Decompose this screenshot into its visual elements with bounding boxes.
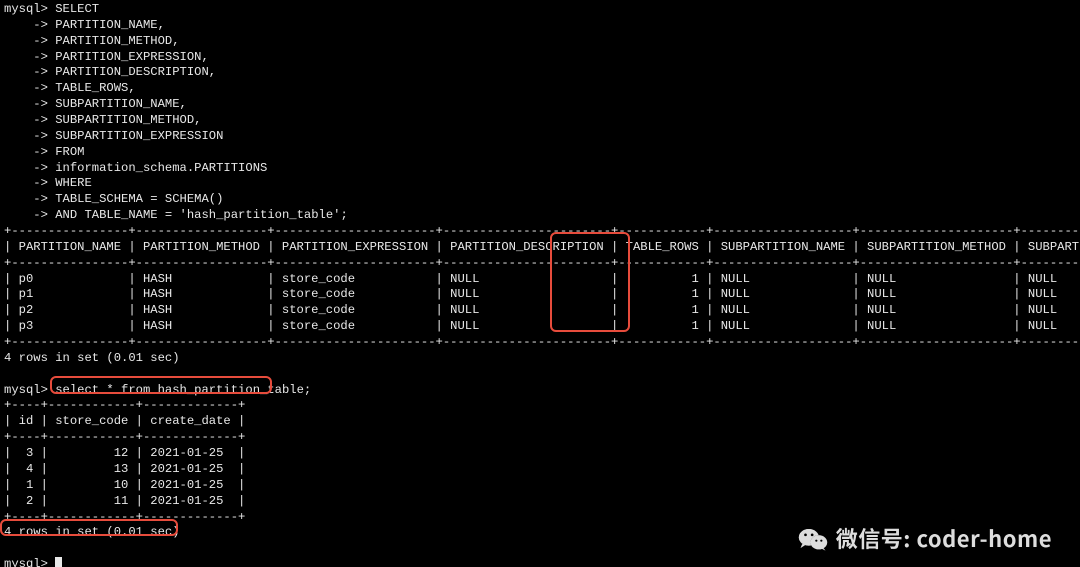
table-row: | 2 | 11 | 2021-01-25 |: [4, 494, 1076, 510]
table-header: | id | store_code | create_date |: [4, 414, 1076, 430]
sql-line: -> SUBPARTITION_NAME,: [4, 97, 1076, 113]
sql-line: -> SUBPARTITION_METHOD,: [4, 113, 1076, 129]
sql-line: -> TABLE_SCHEMA = SCHEMA(): [4, 192, 1076, 208]
sql-line: -> WHERE: [4, 176, 1076, 192]
watermark-text: 微信号: coder-home: [836, 524, 1052, 553]
sql-line: -> PARTITION_EXPRESSION,: [4, 50, 1076, 66]
table-row: | p3 | HASH | store_code | NULL | 1 | NU…: [4, 319, 1076, 335]
table-separator: +----+------------+-------------+: [4, 430, 1076, 446]
table-row: | p2 | HASH | store_code | NULL | 1 | NU…: [4, 303, 1076, 319]
sql-line: -> FROM: [4, 145, 1076, 161]
cursor-icon: [55, 557, 62, 567]
result-footer: 4 rows in set (0.01 sec): [4, 351, 1076, 367]
table-separator: +----+------------+-------------+: [4, 398, 1076, 414]
sql-line: mysql> SELECT: [4, 2, 1076, 18]
table-header: | PARTITION_NAME | PARTITION_METHOD | PA…: [4, 240, 1076, 256]
sql-line: -> AND TABLE_NAME = 'hash_partition_tabl…: [4, 208, 1076, 224]
table-row: | p0 | HASH | store_code | NULL | 1 | NU…: [4, 272, 1076, 288]
wechat-icon: [798, 526, 828, 552]
table-separator: +----------------+------------------+---…: [4, 256, 1076, 272]
sql-line: -> TABLE_ROWS,: [4, 81, 1076, 97]
sql-line: -> SUBPARTITION_EXPRESSION: [4, 129, 1076, 145]
table-row: | 1 | 10 | 2021-01-25 |: [4, 478, 1076, 494]
terminal-window[interactable]: mysql> SELECT -> PARTITION_NAME, -> PART…: [0, 0, 1080, 567]
sql-line: -> PARTITION_NAME,: [4, 18, 1076, 34]
table-separator: +----------------+------------------+---…: [4, 335, 1076, 351]
prompt-line[interactable]: mysql>: [4, 557, 1076, 567]
table-row: | 4 | 13 | 2021-01-25 |: [4, 462, 1076, 478]
sql-line: -> information_schema.PARTITIONS: [4, 161, 1076, 177]
table-separator: +----------------+------------------+---…: [4, 224, 1076, 240]
table-row: | p1 | HASH | store_code | NULL | 1 | NU…: [4, 287, 1076, 303]
table-row: | 3 | 12 | 2021-01-25 |: [4, 446, 1076, 462]
watermark: 微信号: coder-home: [798, 524, 1052, 553]
sql-line: -> PARTITION_METHOD,: [4, 34, 1076, 50]
sql-line: -> PARTITION_DESCRIPTION,: [4, 65, 1076, 81]
sql-line: mysql> select * from hash_partition_tabl…: [4, 383, 1076, 399]
blank-line: [4, 367, 1076, 383]
